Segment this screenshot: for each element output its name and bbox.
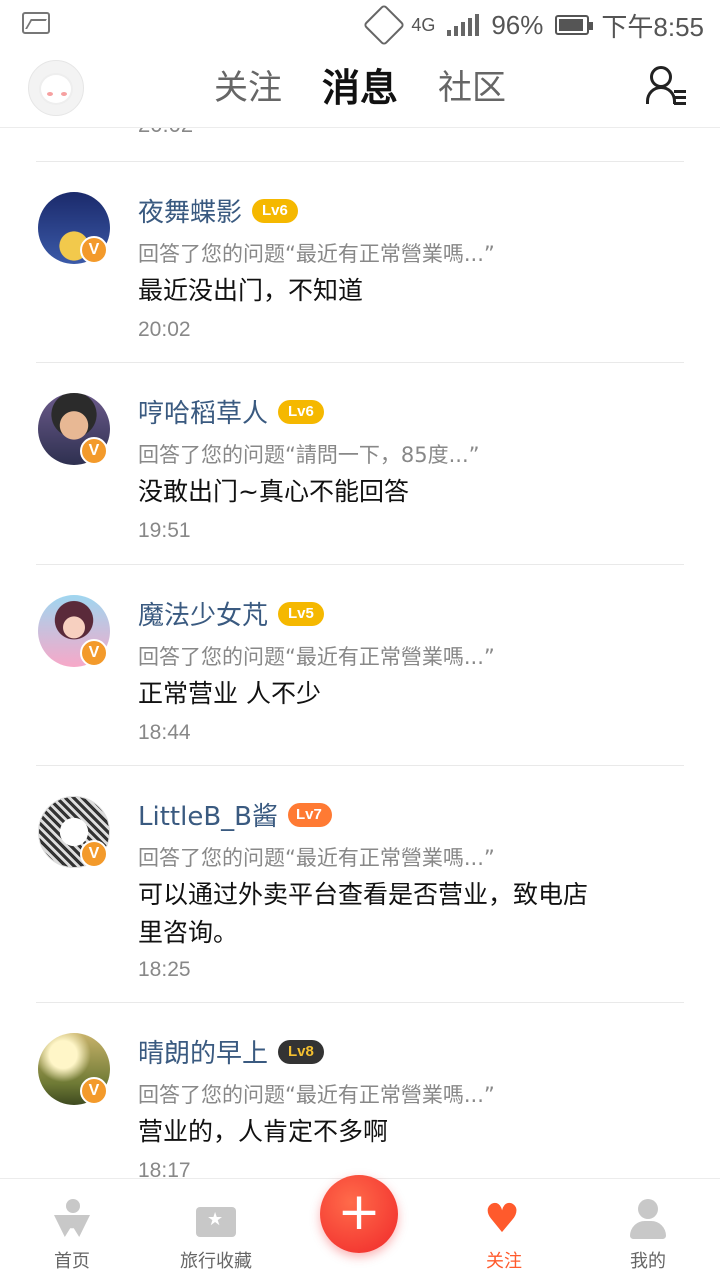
home-icon [52, 1199, 92, 1239]
action-text: 回答了您的问题“最近有正常營業嗎...” [138, 242, 495, 266]
username[interactable]: 夜舞蝶影 [138, 192, 242, 229]
verified-badge: V [80, 1077, 108, 1105]
add-post-button[interactable]: + [320, 1175, 398, 1253]
verified-badge: V [80, 437, 108, 465]
nav-home-label: 首页 [54, 1251, 90, 1272]
reply-text: 营业的，人肯定不多啊 [138, 1117, 389, 1146]
nav-travel-collection-label: 旅行收藏 [180, 1251, 252, 1272]
timestamp: 18:17 [138, 1159, 191, 1178]
tab-messages[interactable]: 消息 [321, 62, 399, 114]
username[interactable]: LittleB_B酱 [138, 796, 278, 833]
heart-icon: ♥ [484, 1196, 520, 1242]
message-feed[interactable]: 20:02 V 夜舞蝶影 Lv6 回答了您的问题“最近有正常營業嗎...” 最近… [0, 128, 720, 1178]
level-badge: Lv7 [288, 802, 332, 827]
tab-community[interactable]: 社区 [438, 62, 506, 114]
reply-text: 正常营业 人不少 [138, 679, 321, 708]
list-item[interactable]: V 哼哈稻草人 Lv6 回答了您的问题“請問一下，85度...” 没敢出门~真心… [0, 363, 720, 563]
username[interactable]: 哼哈稻草人 [138, 393, 268, 430]
battery-icon [555, 15, 594, 35]
network-type: 4G [411, 15, 436, 35]
reply-text: 可以通过外卖平台查看是否营业，致电店里咨询。 [138, 880, 589, 947]
action-text: 回答了您的问题“請問一下，85度...” [138, 443, 480, 467]
user-icon [628, 1199, 668, 1239]
signal-icon [447, 14, 480, 36]
auto-rotate-icon [363, 3, 406, 47]
bottom-nav: 首页 旅行收藏 + ♥ 关注 我的 [0, 1175, 720, 1280]
level-badge: Lv8 [278, 1039, 324, 1064]
timestamp: 20:02 [138, 318, 191, 341]
level-badge: Lv6 [252, 198, 298, 223]
previous-item-time: 20:02 [138, 128, 193, 138]
list-item[interactable]: V LittleB_B酱 Lv7 回答了您的问题“最近有正常營業嗎...” 可以… [0, 766, 720, 1002]
list-item[interactable]: V 魔法少女芃 Lv5 回答了您的问题“最近有正常營業嗎...” 正常营业 人不… [0, 565, 720, 765]
top-tabs: 关注 消息 社区 [0, 62, 720, 114]
reply-text: 最近没出门，不知道 [138, 276, 364, 305]
level-badge: Lv6 [278, 399, 324, 424]
username[interactable]: 魔法少女芃 [138, 595, 268, 632]
name-row: 夜舞蝶影 Lv6 [138, 192, 298, 229]
verified-badge: V [80, 639, 108, 667]
battery-percent: 96% [491, 9, 544, 40]
image-icon [22, 12, 50, 34]
timestamp: 18:44 [138, 721, 191, 744]
verified-badge: V [80, 236, 108, 264]
reply-text: 没敢出门~真心不能回答 [138, 477, 409, 506]
timestamp: 19:51 [138, 519, 191, 542]
top-nav: 关注 消息 社区 [0, 50, 720, 128]
username[interactable]: 晴朗的早上 [138, 1033, 268, 1070]
clock: 下午8:55 [601, 11, 704, 42]
name-row: 晴朗的早上 Lv8 [138, 1033, 324, 1070]
name-row: 魔法少女芃 Lv5 [138, 595, 324, 632]
list-item[interactable]: V 夜舞蝶影 Lv6 回答了您的问题“最近有正常營業嗎...” 最近没出门，不知… [0, 162, 720, 362]
action-text: 回答了您的问题“最近有正常營業嗎...” [138, 645, 495, 669]
nav-me-label: 我的 [630, 1251, 666, 1272]
contacts-icon[interactable] [646, 66, 686, 108]
action-text: 回答了您的问题“最近有正常營業嗎...” [138, 1083, 495, 1107]
nav-follow-label: 关注 [486, 1251, 522, 1272]
travel-bag-icon [196, 1199, 236, 1239]
verified-badge: V [80, 840, 108, 868]
level-badge: Lv5 [278, 601, 324, 626]
name-row: 哼哈稻草人 Lv6 [138, 393, 324, 430]
list-item[interactable]: V 晴朗的早上 Lv8 回答了您的问题“最近有正常營業嗎...” 营业的，人肯定… [0, 1003, 720, 1178]
status-right: 4G 96% 下午8:55 [363, 3, 704, 47]
action-text: 回答了您的问题“最近有正常營業嗎...” [138, 846, 495, 870]
timestamp: 18:25 [138, 958, 191, 981]
status-bar: 4G 96% 下午8:55 [0, 0, 720, 50]
tab-follow[interactable]: 关注 [214, 62, 282, 114]
name-row: LittleB_B酱 Lv7 [138, 796, 332, 833]
